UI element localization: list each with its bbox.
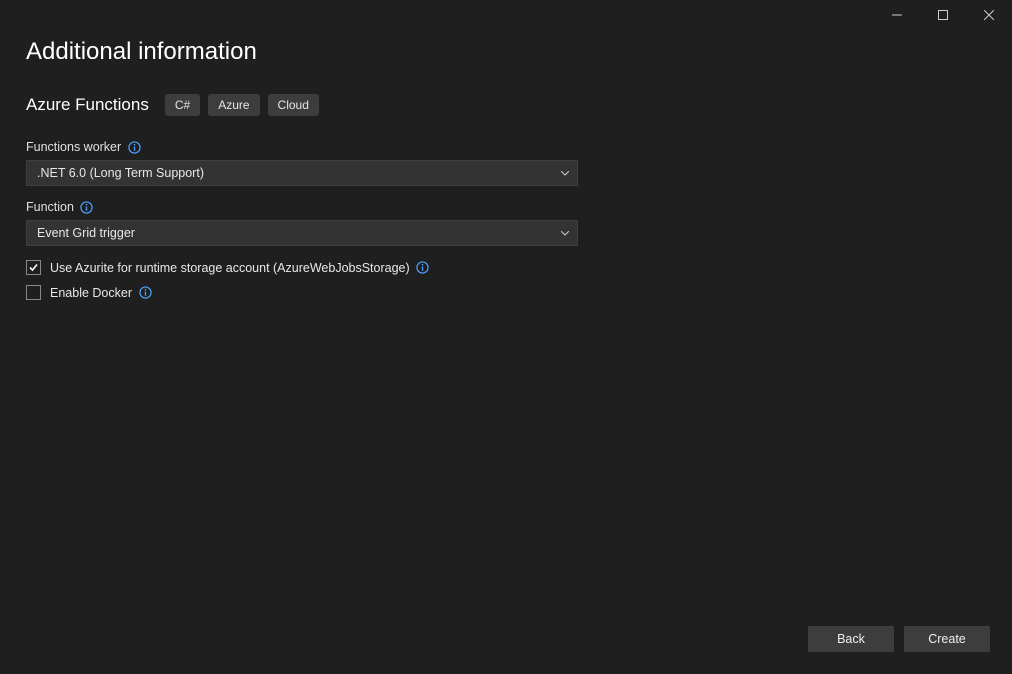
docker-checkbox-label: Enable Docker [50, 286, 132, 300]
dialog-footer: Back Create [808, 626, 990, 652]
chevron-down-icon [561, 171, 569, 176]
functions-worker-dropdown[interactable]: .NET 6.0 (Long Term Support) [26, 160, 578, 186]
info-icon[interactable] [80, 200, 94, 214]
azurite-checkbox-label: Use Azurite for runtime storage account … [50, 261, 410, 275]
project-subtitle: Azure Functions [26, 95, 149, 115]
page-title: Additional information [26, 38, 986, 66]
docker-checkbox[interactable] [26, 285, 41, 300]
docker-checkbox-row: Enable Docker [26, 285, 986, 300]
functions-worker-value: .NET 6.0 (Long Term Support) [37, 166, 204, 180]
function-label: Function [26, 200, 74, 214]
close-icon [984, 10, 994, 20]
minimize-button[interactable] [874, 0, 920, 30]
check-icon [28, 262, 39, 273]
maximize-button[interactable] [920, 0, 966, 30]
info-icon[interactable] [416, 261, 430, 275]
minimize-icon [892, 10, 902, 20]
functions-worker-label: Functions worker [26, 140, 121, 154]
function-field: Function Event Grid trigger [26, 200, 986, 246]
project-header: Azure Functions C# Azure Cloud [26, 94, 986, 116]
project-tags: C# Azure Cloud [165, 94, 319, 116]
tag-azure: Azure [208, 94, 259, 116]
info-icon[interactable] [138, 286, 152, 300]
functions-worker-field: Functions worker .NET 6.0 (Long Term Sup… [26, 140, 986, 186]
tag-csharp: C# [165, 94, 200, 116]
tag-cloud: Cloud [268, 94, 319, 116]
window-titlebar [0, 0, 1012, 32]
chevron-down-icon [561, 231, 569, 236]
function-dropdown[interactable]: Event Grid trigger [26, 220, 578, 246]
create-button[interactable]: Create [904, 626, 990, 652]
maximize-icon [938, 10, 948, 20]
azurite-checkbox[interactable] [26, 260, 41, 275]
function-value: Event Grid trigger [37, 226, 135, 240]
close-button[interactable] [966, 0, 1012, 30]
azurite-checkbox-row: Use Azurite for runtime storage account … [26, 260, 986, 275]
back-button[interactable]: Back [808, 626, 894, 652]
info-icon[interactable] [127, 140, 141, 154]
